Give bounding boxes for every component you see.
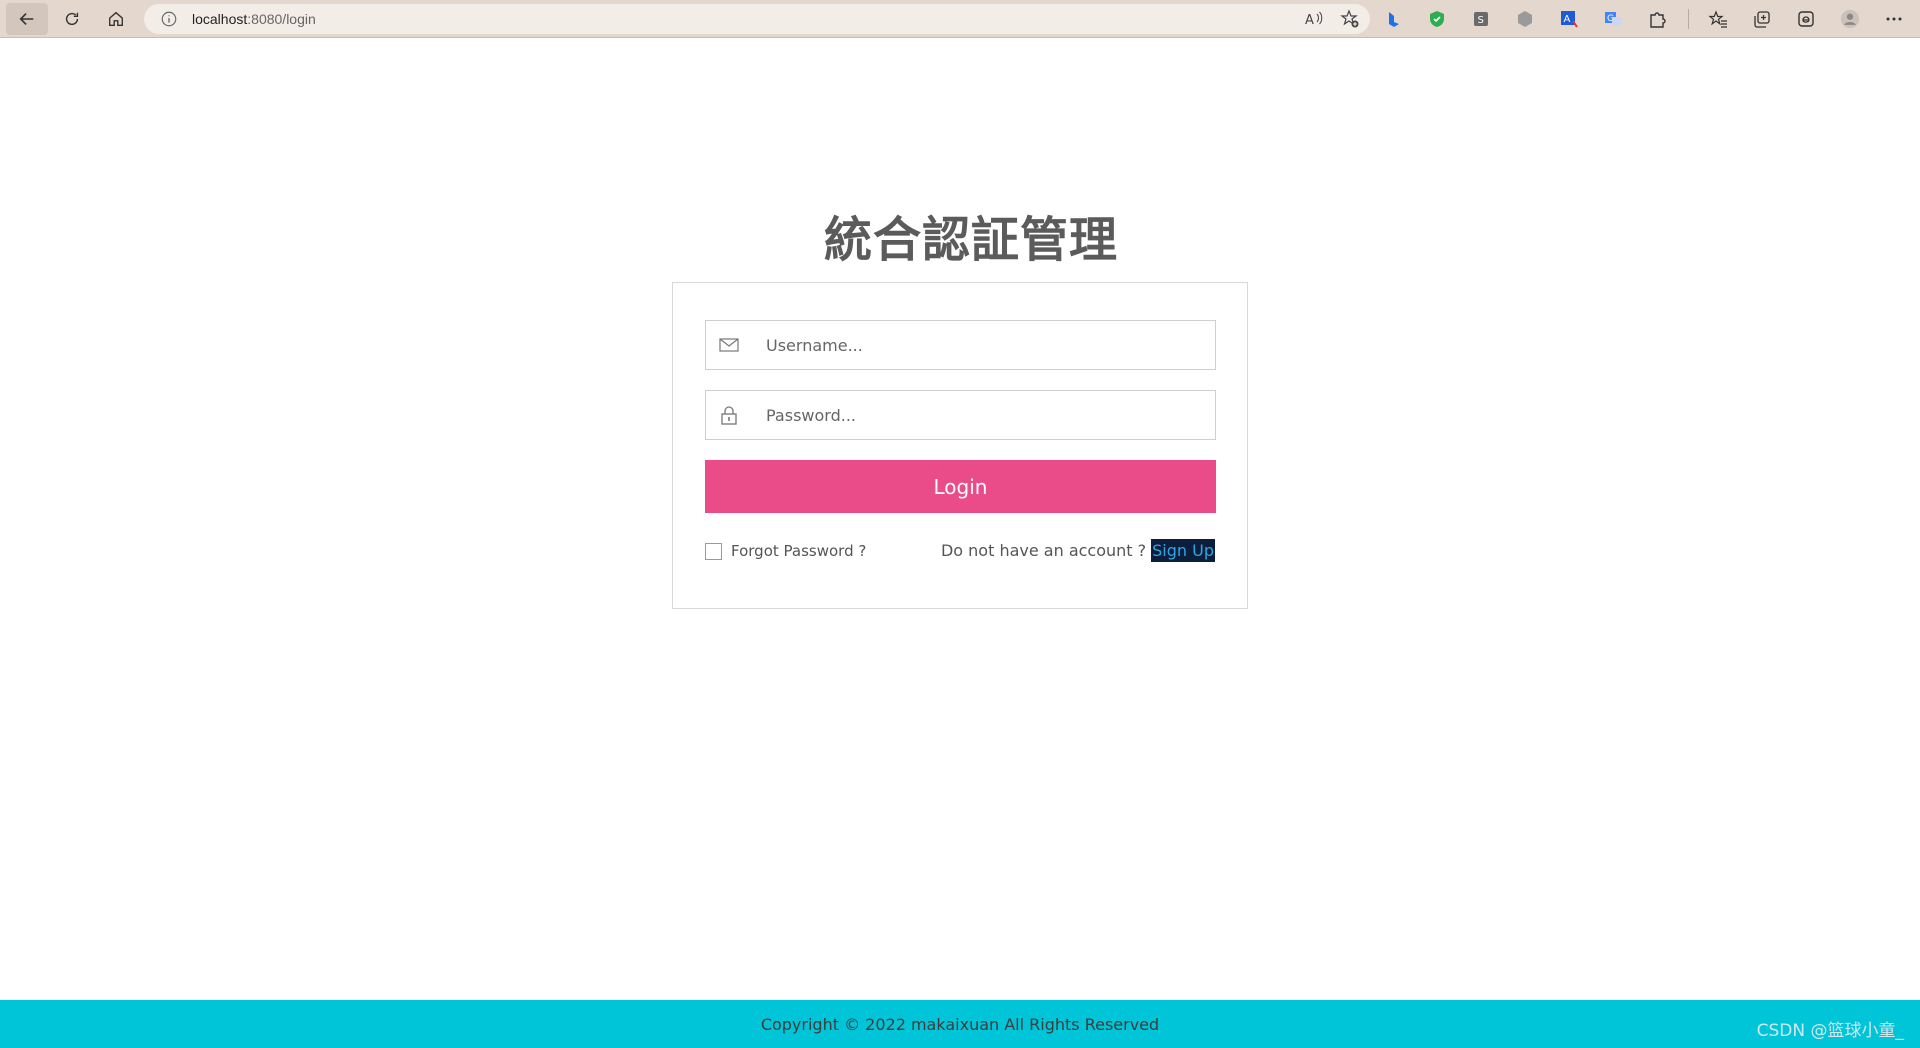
signup-row: Do not have an account ? Sign Up <box>941 539 1215 562</box>
google-translate-extension[interactable]: G <box>1600 6 1626 32</box>
address-bar[interactable]: localhost:8080/login A <box>144 4 1370 34</box>
avatar-icon <box>1840 9 1860 29</box>
url-path: :8080/login <box>247 11 316 27</box>
read-aloud-icon[interactable]: A <box>1304 9 1324 29</box>
lock-icon <box>718 404 740 426</box>
google-translate-icon: G <box>1605 12 1621 26</box>
hex-extension[interactable] <box>1512 6 1538 32</box>
page-title: 統合認証管理 <box>823 212 1118 268</box>
arrow-left-icon <box>19 12 34 25</box>
ellipsis-icon <box>1886 17 1902 21</box>
svg-text:A: A <box>1564 14 1571 25</box>
profile-button[interactable] <box>1837 6 1863 32</box>
home-button[interactable] <box>96 3 136 35</box>
translate-icon: A <box>1561 11 1578 28</box>
svg-text:A: A <box>1305 13 1314 28</box>
extensions-button[interactable] <box>1644 6 1670 32</box>
forgot-password: Forgot Password ? <box>705 542 866 560</box>
collections-icon <box>1754 11 1770 28</box>
more-menu-button[interactable] <box>1881 6 1907 32</box>
puzzle-icon <box>1650 12 1666 28</box>
bing-extension[interactable] <box>1380 6 1406 32</box>
toolbar-divider <box>1688 9 1689 29</box>
footer: Copyright © 2022 makaixuan All Rights Re… <box>0 1000 1920 1048</box>
no-account-text: Do not have an account ? <box>940 541 1147 560</box>
home-icon <box>109 11 123 26</box>
bing-icon <box>1389 12 1399 27</box>
url-host: localhost <box>192 11 248 27</box>
collections-button[interactable] <box>1749 6 1775 32</box>
shield-icon <box>1430 11 1444 27</box>
username-input[interactable] <box>766 325 1206 365</box>
favorites-button[interactable] <box>1705 6 1731 32</box>
login-card: Login Forgot Password ? Do not have an a… <box>672 282 1248 609</box>
forgot-password-checkbox[interactable] <box>705 542 722 560</box>
login-button[interactable]: Login <box>705 460 1216 513</box>
password-input[interactable] <box>766 395 1206 435</box>
svg-text:S: S <box>1478 15 1484 26</box>
favorite-add-icon[interactable] <box>1340 9 1360 29</box>
edge-bar-button[interactable] <box>1793 6 1819 32</box>
s-extension[interactable]: S <box>1468 6 1494 32</box>
favorites-icon <box>1708 10 1727 28</box>
browser-toolbar: localhost:8080/login A S A G <box>0 0 1920 38</box>
signup-link[interactable]: Sign Up <box>1151 539 1215 562</box>
hexagon-icon <box>1518 11 1532 27</box>
password-field <box>705 390 1216 440</box>
shield-extension[interactable] <box>1424 6 1450 32</box>
copyright-text: Copyright © 2022 makaixuan All Rights Re… <box>760 1014 1160 1034</box>
info-icon <box>161 11 177 27</box>
watermark: CSDN @篮球小童_ <box>1756 1021 1904 1041</box>
extensions-bar: S A G <box>1380 6 1920 32</box>
s-box-icon: S <box>1474 12 1488 26</box>
envelope-icon <box>718 334 740 356</box>
back-button[interactable] <box>6 2 48 35</box>
edge-icon <box>1798 11 1814 27</box>
translate-extension[interactable]: A <box>1556 6 1582 32</box>
username-field <box>705 320 1216 370</box>
refresh-button[interactable] <box>52 3 92 35</box>
forgot-password-label[interactable]: Forgot Password ? <box>731 542 866 560</box>
url-text: localhost:8080/login <box>192 11 316 27</box>
refresh-icon <box>65 12 79 25</box>
